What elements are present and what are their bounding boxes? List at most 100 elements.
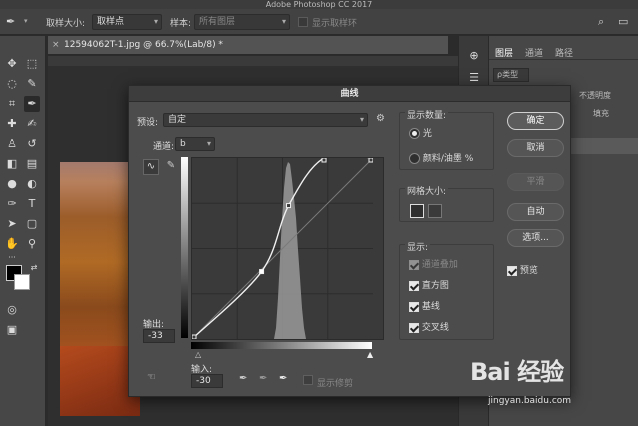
tab-channels[interactable]: 通道 [525,46,543,59]
output-value: -33 [148,331,163,341]
eraser-tool-icon[interactable]: ◧ [4,156,20,172]
curve-svg[interactable] [192,158,373,339]
quick-mask-icon[interactable]: ◎ [4,302,20,318]
baseline-label: 基线 [421,302,440,312]
smooth-button[interactable]: 平滑 [507,173,564,191]
sample-value: 所有图层 [199,17,236,27]
sample-label: 样本: [170,19,192,29]
input-gradient-bar [191,342,372,349]
channel-overlay-checkbox[interactable]: 通道叠加 [409,257,458,270]
screen-mode-icon[interactable]: ▣ [4,322,20,338]
path-select-icon[interactable]: ➤ [4,216,20,232]
auto-button[interactable]: 自动 [507,203,564,221]
black-eyedropper-icon[interactable]: ✒ [239,373,247,384]
curve-point-tool-icon[interactable]: ∿ [143,159,159,175]
watermark-brand: Bai 经验 [470,358,564,386]
eyedropper-icon[interactable]: ✒ [24,96,40,112]
baseline-checkbox[interactable]: 基线 [409,299,440,312]
light-radio[interactable]: 光 [409,126,432,139]
stamp-tool-icon[interactable]: ♙ [4,136,20,152]
watermark-url: jingyan.baidu.com [488,396,572,406]
zoom-tool-icon[interactable]: ⚲ [24,236,40,252]
chevron-down-icon: ▾ [359,115,364,124]
grid-size-title: 网格大小: [405,184,449,197]
eyedropper-tool-icon[interactable]: ✒ [6,15,15,28]
gradient-tool-icon[interactable]: ▤ [24,156,40,172]
swap-colors-icon[interactable]: ⇄ [26,260,42,276]
sample-select[interactable]: 所有图层 ▾ [194,14,290,30]
sample-size-select[interactable]: 取样点 ▾ [92,14,162,30]
black-point-slider-icon[interactable]: △ [195,350,201,359]
sample-size-label: 取样大小: [46,19,86,29]
dialog-title: 曲线 [340,89,359,99]
ruler [48,56,458,66]
history-brush-icon[interactable]: ↺ [24,136,40,152]
grid-10x10-icon[interactable] [428,204,442,218]
intersection-checkbox[interactable]: 交叉线 [409,320,449,333]
options-button[interactable]: 选项... [507,229,564,247]
close-icon[interactable]: × [52,36,60,55]
input-field[interactable]: -30 [191,374,223,388]
tab-paths[interactable]: 路径 [555,46,573,59]
healing-brush-icon[interactable]: ✚ [4,116,20,132]
preview-checkbox[interactable]: 预览 [507,263,538,276]
baidu-watermark: Bai 经验 jingyan.baidu.com [470,352,630,422]
curve-control-point[interactable] [259,269,265,275]
grid-4x4-icon[interactable] [410,204,424,218]
background-color-swatch[interactable] [14,274,30,290]
pen-tool-icon[interactable]: ✑ [4,196,20,212]
brush-tool-icon[interactable]: ✍ [24,116,40,132]
show-ring-checkbox[interactable] [298,17,308,28]
layers-panel-tabs: 图层 通道 路径 [489,44,638,60]
move-tool-icon[interactable]: ✥ [4,56,20,72]
preset-select[interactable]: 自定 ▾ [163,113,368,127]
dodge-tool-icon[interactable]: ◐ [24,176,40,192]
curve-control-point[interactable] [286,203,292,209]
preset-gear-icon[interactable]: ⚙ [376,113,385,124]
brush-settings-icon[interactable]: ☰ [466,70,482,86]
app-title: Adobe Photoshop CC 2017 [265,0,373,9]
more-tools-icon[interactable]: ··· [4,250,20,266]
histogram-checkbox[interactable]: 直方图 [409,278,449,291]
curve-control-point[interactable] [192,334,197,339]
document-title: 12594062T-1.jpg @ 66.7%(Lab/8) * [64,40,223,50]
show-ring-label: 显示取样环 [312,19,358,29]
type-tool-icon[interactable]: T [24,196,40,212]
search-icon[interactable]: ⌕ [598,15,604,29]
blur-tool-icon[interactable]: ● [4,176,20,192]
ok-button[interactable]: 确定 [507,112,564,130]
output-input[interactable]: -33 [143,329,175,343]
show-clipping-checkbox[interactable] [303,375,313,386]
preview-label: 预览 [519,266,538,276]
workspace-icon[interactable]: ▭ [618,15,628,28]
curve-control-point[interactable] [368,158,373,163]
white-point-slider-icon[interactable]: ▲ [367,350,373,359]
white-eyedropper-icon[interactable]: ✒ [279,373,287,384]
pigment-radio[interactable]: 颜料/油墨 % [409,151,473,164]
cancel-button[interactable]: 取消 [507,139,564,157]
fill-label: 填充 [593,109,609,118]
pencil-tool-icon[interactable]: ✎ [163,159,179,175]
document-tab[interactable]: × 12594062T-1.jpg @ 66.7%(Lab/8) * [48,36,448,55]
quick-select-icon[interactable]: ✎ [24,76,40,92]
layer-kind-label: ρ类型 [497,70,519,79]
dialog-title-bar: 曲线 [129,86,570,102]
shape-tool-icon[interactable]: ▢ [24,216,40,232]
layer-kind-select[interactable]: ρ类型 [493,68,529,82]
lasso-tool-icon[interactable]: ◌ [4,76,20,92]
crop-tool-icon[interactable]: ⌗ [4,96,20,112]
curve-control-point[interactable] [321,158,327,163]
tool-preset-chevron-icon[interactable]: ▾ [24,17,28,25]
preset-value: 自定 [168,115,187,125]
artboard-tool-icon[interactable]: ⬚ [24,56,40,72]
gray-eyedropper-icon[interactable]: ✒ [259,373,267,384]
tab-layers[interactable]: 图层 [495,46,513,59]
chevron-down-icon: ▾ [281,17,286,26]
adjust-icon[interactable]: ⊕ [466,48,482,64]
channel-value: b [180,139,186,149]
channel-select[interactable]: b ▾ [175,137,215,151]
tools-panel: ✥ ⬚ ◌ ✎ ⌗ ✒ ✚ ✍ ♙ ↺ ◧ ▤ ● ◐ ✑ T ➤ ▢ ✋ ⚲ … [0,36,46,426]
curve-graph[interactable] [191,157,384,340]
targeted-adjust-icon[interactable]: ☜ [147,372,156,383]
output-gradient-bar [181,157,188,338]
